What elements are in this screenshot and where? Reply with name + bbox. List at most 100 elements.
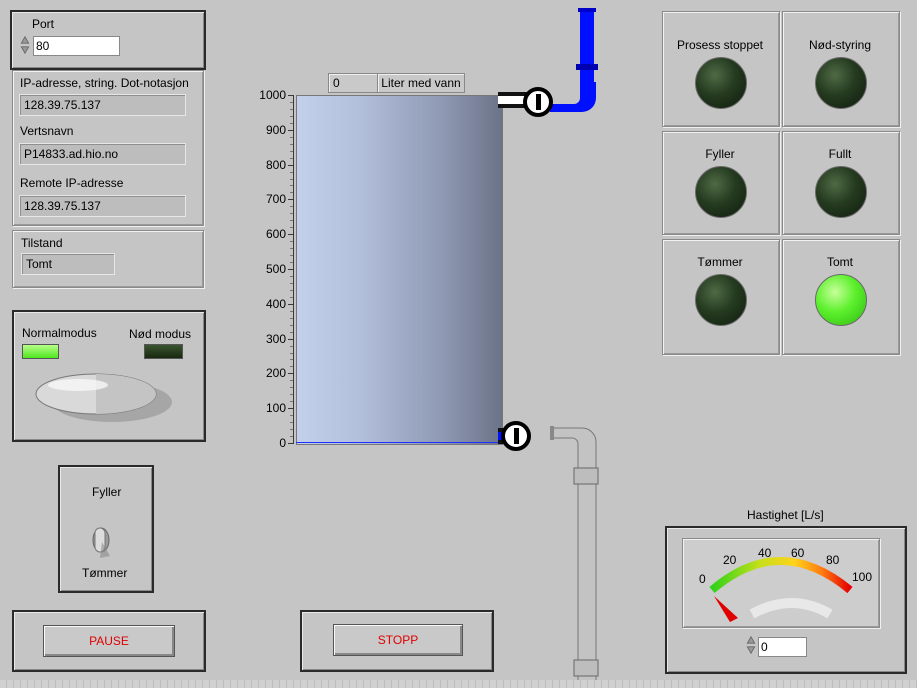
tank-scale-minor-tick: [290, 387, 293, 389]
tank-scale-label: 400: [265, 296, 286, 311]
gauge-tick-label: 100: [852, 570, 873, 584]
tank-scale-minor-tick: [290, 108, 293, 110]
tank-scale-minor-tick: [290, 324, 293, 326]
remote-ip-label: Remote IP-adresse: [20, 176, 124, 190]
hostname-value: P14833.ad.hio.no: [19, 143, 186, 165]
tank-scale-label: 700: [265, 192, 286, 207]
tank-scale-label: 200: [265, 366, 286, 381]
tank-scale-minor-tick: [290, 296, 293, 298]
remote-ip-value: 128.39.75.137: [19, 195, 186, 217]
normal-mode-label: Normalmodus: [22, 326, 97, 340]
tank-scale-minor-tick: [290, 206, 293, 208]
tank-scale-minor-tick: [290, 115, 293, 117]
led-process-stopped-label: Prosess stoppet: [676, 38, 764, 52]
tank-scale-minor-tick: [290, 394, 293, 396]
port-input[interactable]: 80: [33, 36, 120, 56]
ip-address-label: IP-adresse, string. Dot-notasjon: [20, 76, 189, 90]
tank-scale-tick: [288, 234, 294, 236]
gauge-needle: [714, 596, 738, 622]
fill-switch-top-label: Fyller: [92, 485, 122, 499]
tank-scale-label: 1000: [259, 88, 286, 102]
tank-scale-minor-tick: [290, 262, 293, 264]
tank-scale-label: 900: [265, 122, 286, 137]
application-window: { "port": { "label": "Port", "value": "8…: [0, 0, 917, 688]
tank-scale-minor-tick: [290, 401, 293, 403]
tank-scale-minor-tick: [290, 101, 293, 103]
led-process-stopped: [695, 57, 747, 109]
tank-scale-tick: [288, 164, 294, 166]
tank-scale-minor-tick: [290, 241, 293, 243]
tank-scale-minor-tick: [290, 136, 293, 138]
tank-scale-tick: [288, 338, 294, 340]
tank-scale-label: 800: [265, 157, 286, 172]
tank-scale-minor-tick: [290, 317, 293, 319]
tank-scale-minor-tick: [290, 192, 293, 194]
tank-scale-label: 500: [265, 262, 286, 276]
tank-scale-minor-tick: [290, 171, 293, 173]
state-label: Tilstand: [21, 236, 63, 250]
tank-scale-tick: [288, 408, 294, 410]
window-bottom-scrollbar: [0, 680, 917, 688]
gauge-spinner[interactable]: [746, 635, 756, 655]
tank-scale-minor-tick: [290, 185, 293, 187]
tank-scale-tick: [288, 373, 294, 375]
inlet-pipe: [498, 8, 598, 117]
hostname-label: Vertsnavn: [20, 124, 74, 138]
led-emergency-control: [815, 57, 867, 109]
tank-scale-tick: [288, 269, 294, 270]
tank-scale-tick: [288, 199, 294, 201]
port-label: Port: [32, 17, 55, 31]
tank-scale-tick: [288, 95, 294, 96]
fill-toggle-switch[interactable]: [88, 520, 118, 560]
gauge-tick-label: 0: [699, 572, 706, 586]
gauge-tick-label: 20: [723, 553, 737, 567]
tank-scale-label: 300: [265, 331, 286, 346]
tank-scale-minor-tick: [290, 275, 293, 277]
mode-toggle-switch[interactable]: [30, 368, 180, 428]
led-full-label: Fullt: [828, 147, 852, 161]
port-spinner[interactable]: [20, 35, 30, 55]
led-empty: [815, 274, 867, 326]
tank-value-box: 0: [328, 73, 378, 93]
fill-switch-bottom-label: Tømmer: [82, 566, 128, 580]
tank-scale-minor-tick: [290, 422, 293, 424]
led-emptying-label: Tømmer: [697, 255, 743, 269]
led-full: [815, 166, 867, 218]
outlet-pipe: [498, 421, 599, 685]
speed-gauge: [709, 557, 853, 622]
tank-scale-tick: [288, 129, 294, 131]
tank-scale-minor-tick: [290, 436, 293, 438]
tank-value-label: Liter med vann: [377, 73, 465, 93]
gauge-title: Hastighet [L/s]: [747, 508, 824, 522]
led-filling: [695, 166, 747, 218]
led-empty-label: Tomt: [826, 255, 853, 269]
stop-button[interactable]: STOPP: [333, 624, 463, 656]
tank-scale-minor-tick: [290, 255, 293, 257]
state-value: Tomt: [21, 253, 115, 275]
led-filling-label: Fyller: [705, 147, 735, 161]
tank-scale-minor-tick: [290, 366, 293, 368]
tank-scale-minor-tick: [290, 150, 293, 152]
ip-address-value: 128.39.75.137: [19, 94, 186, 116]
tank-scale-minor-tick: [290, 331, 293, 333]
tank-scale-label: 100: [265, 401, 286, 416]
tank-scale-minor-tick: [290, 220, 293, 222]
tank-scale-minor-tick: [290, 352, 293, 354]
tank-scale-minor-tick: [290, 122, 293, 124]
tank-scale-minor-tick: [290, 227, 293, 229]
pause-button[interactable]: PAUSE: [43, 625, 175, 657]
tank-scale-minor-tick: [290, 310, 293, 312]
gauge-tick-label: 80: [826, 553, 840, 567]
emergency-mode-label: Nød modus: [129, 327, 192, 341]
tank-scale-minor-tick: [290, 248, 293, 250]
tank-scale-minor-tick: [290, 157, 293, 159]
tank-scale-minor-tick: [290, 178, 293, 180]
tank-scale-minor-tick: [290, 380, 293, 382]
tank-scale-label: 0: [279, 436, 286, 450]
tank-scale-tick: [288, 443, 294, 444]
emergency-mode-led: [144, 344, 183, 359]
gauge-tick-label: 40: [758, 546, 772, 560]
gauge-tick-label: 60: [791, 546, 805, 560]
tank-body: [296, 95, 503, 445]
gauge-input[interactable]: 0: [758, 637, 807, 657]
